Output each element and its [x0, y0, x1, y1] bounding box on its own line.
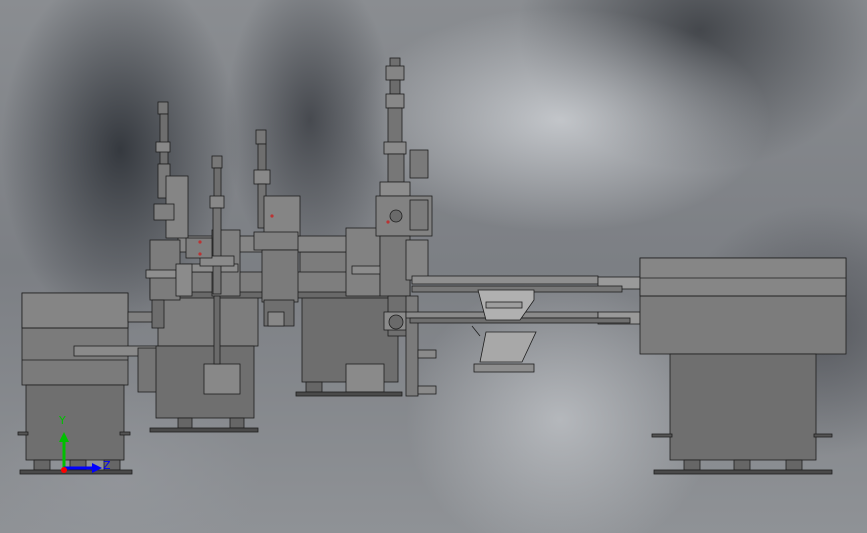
machine-assembly[interactable]	[0, 0, 867, 533]
cylinder-tower-4	[375, 57, 433, 337]
center-left-feeder	[149, 295, 259, 433]
track-brackets	[471, 289, 537, 373]
axis-y-label: Y	[59, 414, 66, 427]
mid-stand	[405, 295, 437, 397]
cad-viewport[interactable]: Y Z	[0, 0, 867, 533]
axis-z-label: Z	[103, 459, 111, 472]
cylinder-tower-1	[145, 101, 193, 329]
right-bowl-feeder	[639, 257, 847, 475]
